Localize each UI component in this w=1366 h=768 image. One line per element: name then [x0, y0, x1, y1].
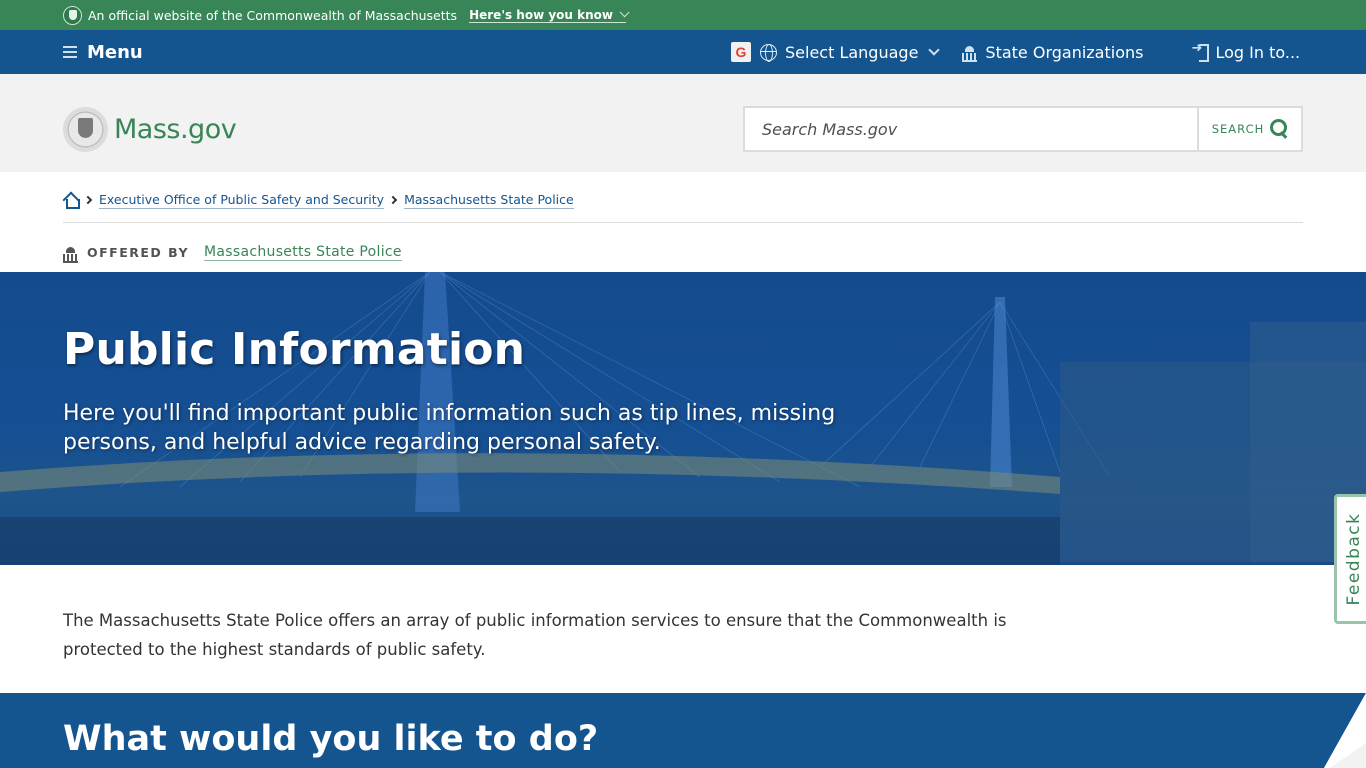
chevron-down-icon — [619, 7, 630, 18]
feedback-label: Feedback — [1343, 512, 1364, 606]
chevron-down-icon — [928, 43, 941, 56]
breadcrumb-link-msp[interactable]: Massachusetts State Police — [404, 191, 574, 209]
select-language-label: Select Language — [785, 42, 919, 62]
capitol-building-icon — [962, 44, 978, 62]
state-seal-icon — [63, 5, 82, 25]
chevron-right-icon — [388, 195, 398, 205]
official-banner: An official website of the Commonwealth … — [0, 0, 1366, 30]
breadcrumb: Executive Office of Public Safety and Se… — [63, 191, 574, 209]
menu-label: Menu — [87, 41, 143, 63]
utility-nav: Menu G Select Language State Organizatio… — [0, 30, 1366, 74]
page-banner: Public Information Here you'll find impo… — [0, 272, 1366, 565]
page-subtitle: Here you'll find important public inform… — [63, 401, 836, 455]
hamburger-icon — [63, 46, 77, 58]
globe-icon — [760, 43, 777, 62]
state-organizations-button[interactable]: State Organizations — [962, 43, 1143, 62]
login-label: Log In to... — [1215, 42, 1301, 62]
select-language-dropdown[interactable]: Select Language — [760, 42, 941, 62]
intro-paragraph: The Massachusetts State Police offers an… — [63, 611, 1007, 659]
home-icon[interactable] — [63, 193, 80, 209]
breadcrumb-link-eopss[interactable]: Executive Office of Public Safety and Se… — [99, 191, 385, 209]
page-title: Public Information — [63, 324, 526, 375]
offered-by-org-link[interactable]: Massachusetts State Police — [204, 244, 402, 261]
offered-by-label: OFFERED BY — [87, 245, 190, 260]
site-header: Mass.gov SEARCH — [0, 74, 1366, 172]
section-heading: What would you like to do? — [63, 719, 599, 759]
offered-by: OFFERED BY Massachusetts State Police — [63, 244, 402, 263]
feedback-button[interactable]: Feedback — [1334, 494, 1366, 624]
search-form: SEARCH — [743, 106, 1303, 152]
search-button-label: SEARCH — [1211, 122, 1265, 136]
login-button[interactable]: Log In to... — [1191, 41, 1301, 62]
official-banner-text: An official website of the Commonwealth … — [88, 7, 458, 23]
menu-button[interactable]: Menu — [63, 30, 143, 74]
heres-how-you-know-label: Here's how you know — [469, 7, 614, 22]
search-icon — [1270, 119, 1288, 139]
what-would-you-like-section: What would you like to do? — [0, 693, 1366, 768]
state-seal-icon — [63, 107, 108, 152]
divider — [63, 222, 1303, 223]
search-button[interactable]: SEARCH — [1197, 108, 1301, 150]
logo-text: Mass.gov — [114, 114, 237, 145]
chevron-right-icon — [83, 195, 93, 205]
google-translate-icon: G — [731, 42, 751, 62]
state-organizations-label: State Organizations — [985, 42, 1144, 62]
heres-how-you-know-link[interactable]: Here's how you know — [469, 7, 630, 23]
mass-gov-logo-link[interactable]: Mass.gov — [63, 107, 237, 152]
search-input[interactable] — [745, 108, 1197, 150]
sign-in-icon — [1191, 41, 1210, 62]
capitol-building-icon — [63, 245, 78, 263]
